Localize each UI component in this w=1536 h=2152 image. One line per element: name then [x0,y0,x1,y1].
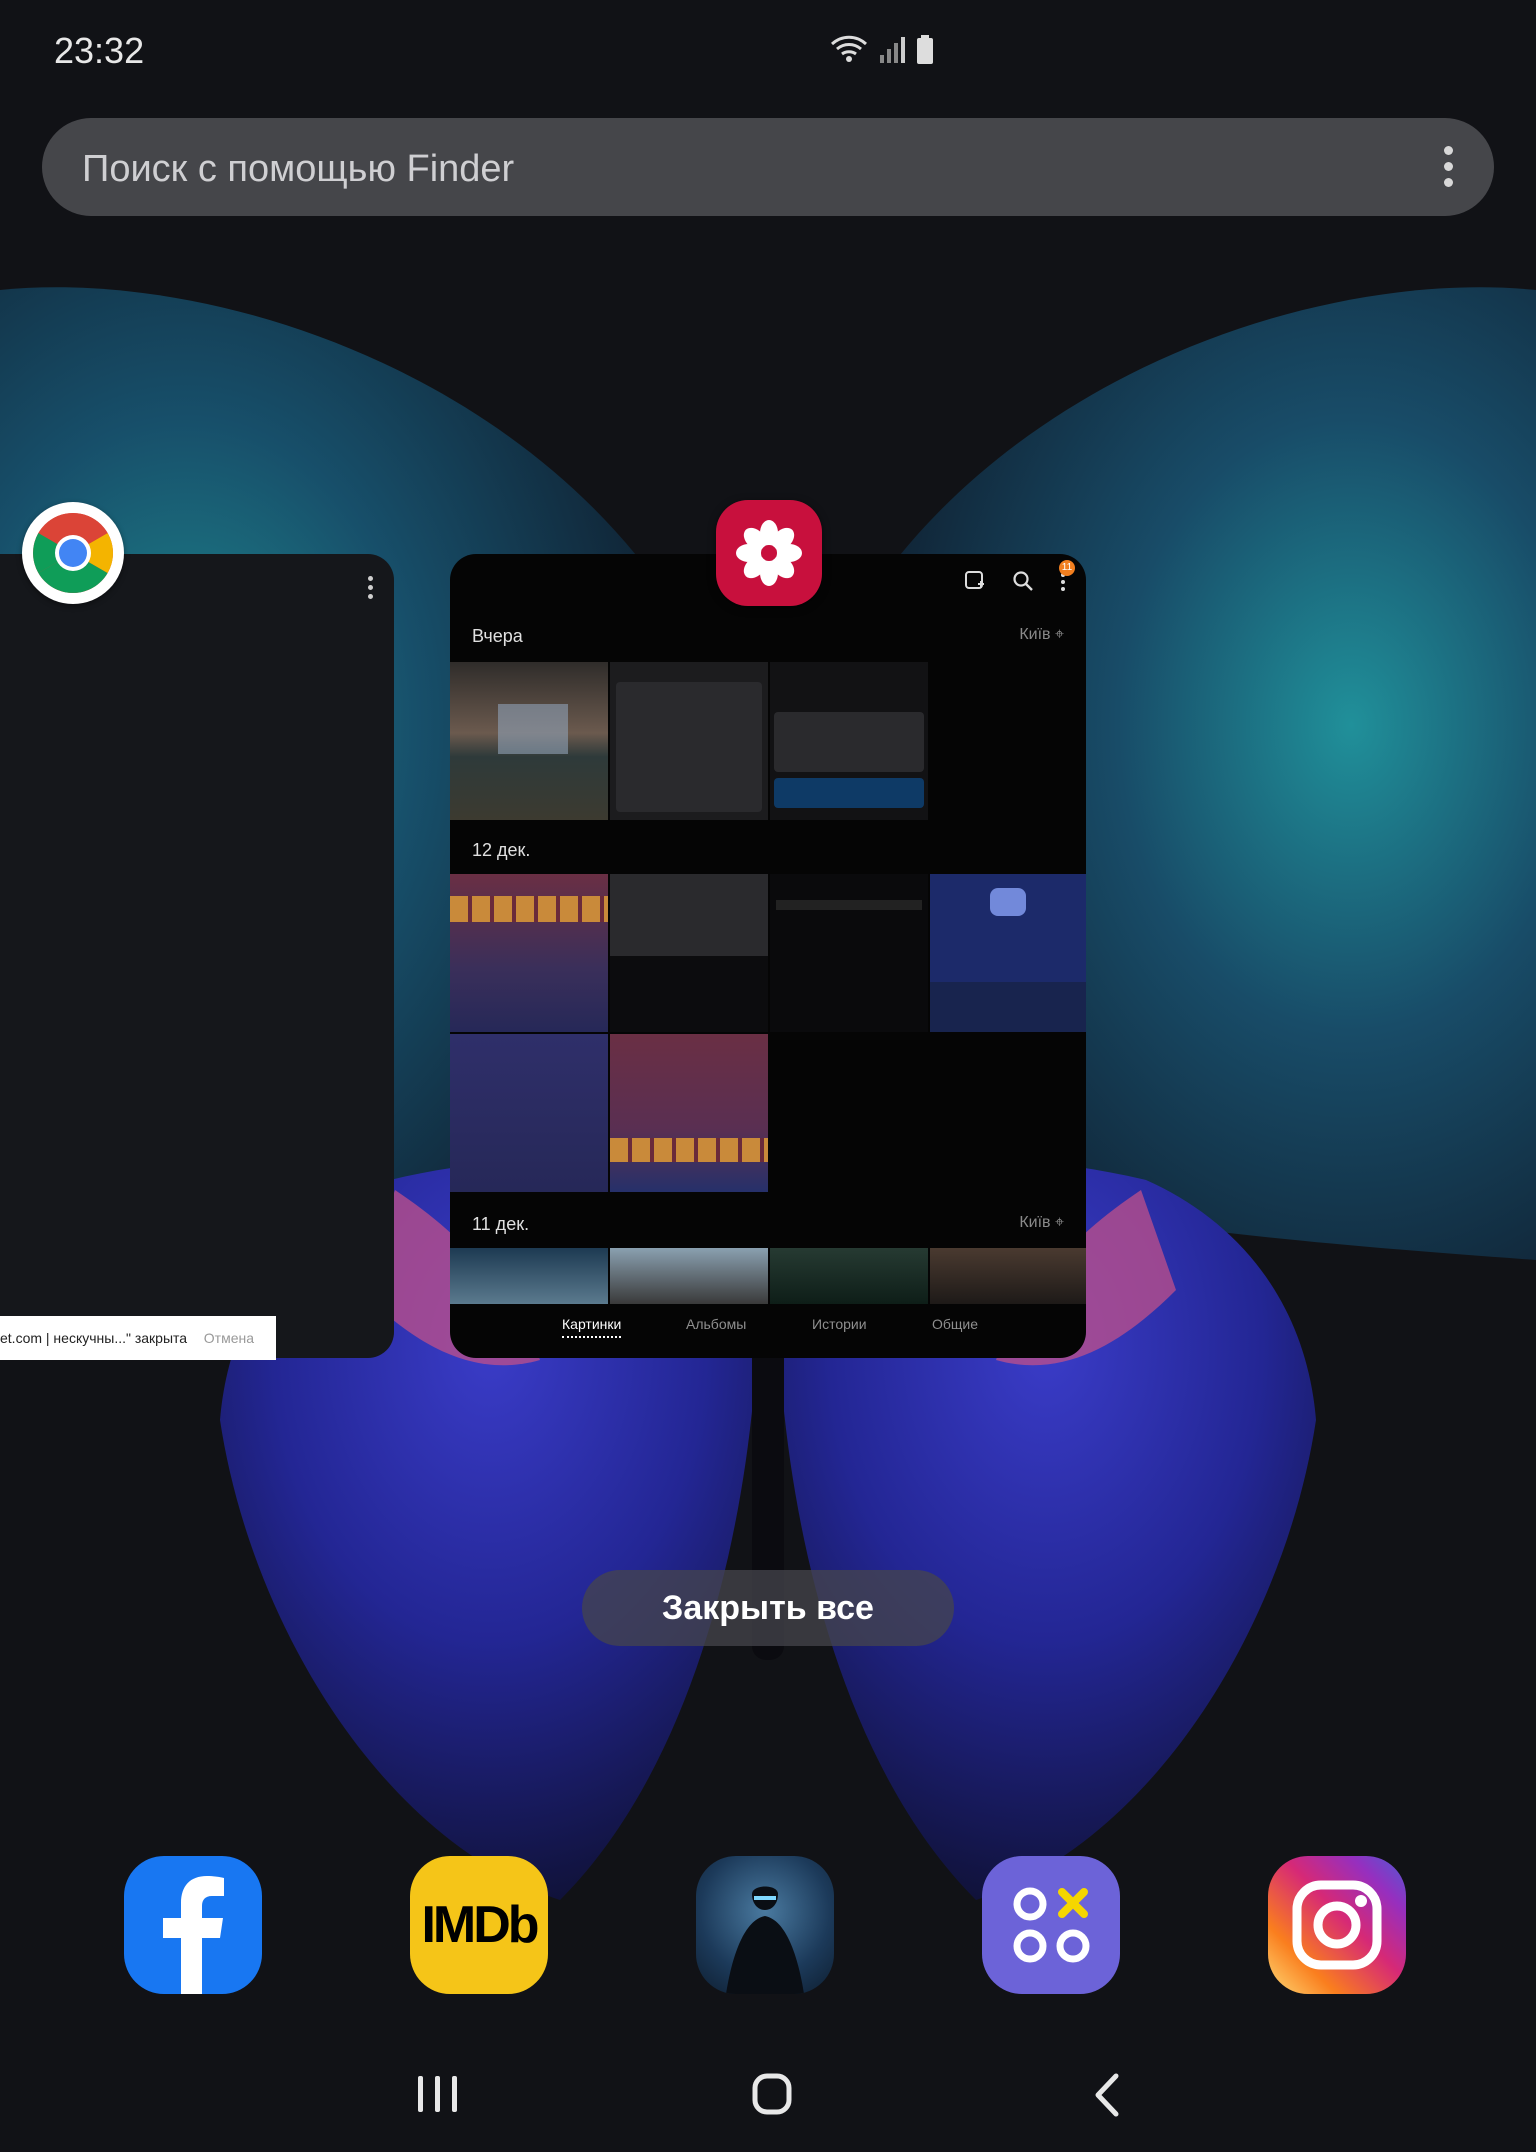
gallery-more-icon: 11 [1059,560,1075,592]
add-picture-icon [965,571,984,589]
recent-apps-button[interactable] [408,2070,468,2120]
recent-app-card-gallery[interactable]: 11 Вчера Київ ⌖ 12 дек. 11 дек. Київ ⌖ К… [450,554,1086,1358]
photo-thumbnail[interactable] [770,662,928,820]
photo-thumbnail[interactable] [930,1248,1086,1304]
photo-thumbnail[interactable] [930,874,1086,1032]
photo-thumbnail[interactable] [450,874,608,1032]
gallery-app-icon[interactable] [716,500,822,606]
game-launcher-logo-icon [1013,1887,1090,1963]
flower-icon [736,520,802,586]
photo-thumbnail[interactable] [610,662,768,820]
notification-badge: 11 [1059,560,1075,576]
section-location: Київ ⌖ [1019,626,1064,643]
status-time: 23:32 [54,30,145,71]
instagram-app-icon[interactable] [1268,1856,1406,1994]
section-label: 11 дек. [472,1214,530,1234]
gallery-tab-bar: Картинки Альбомы Истории Общие [450,1316,1086,1358]
search-icon [1013,571,1033,591]
home-icon [752,2073,792,2115]
shadow-fight-app-icon[interactable] [696,1856,834,1994]
undo-button[interactable]: Отмена [204,1330,254,1346]
photo-thumbnail[interactable] [450,1248,608,1304]
photo-thumbnail[interactable] [610,1034,768,1192]
ninja-silhouette-icon [726,1886,804,1994]
tab-closed-snackbar: et.com | нескучны..." закрыта Отмена [0,1316,276,1360]
more-options-icon[interactable] [1444,146,1454,188]
photo-thumbnail[interactable] [770,874,928,1032]
imdb-app-icon[interactable]: IMDb [410,1856,548,1994]
status-bar: 23:32 [0,0,1536,110]
section-label: 12 дек. [472,840,531,860]
facebook-app-icon[interactable] [124,1856,262,1994]
signal-icon [880,37,905,63]
back-icon [1095,2073,1119,2117]
section-location: Київ ⌖ [1019,1214,1064,1231]
photo-thumbnail[interactable] [770,1248,928,1304]
close-all-button[interactable]: Закрыть все [582,1570,954,1646]
tab-stories[interactable]: Истории [812,1316,867,1332]
photo-thumbnail[interactable] [450,662,608,820]
search-placeholder: Поиск с помощью Finder [82,148,515,190]
recents-icon [418,2076,457,2112]
instagram-logo-icon [1292,1880,1382,1970]
snackbar-message: et.com | нескучны..." закрыта [0,1330,188,1346]
section-label: Вчера [472,626,523,646]
back-button[interactable] [1078,2070,1138,2120]
wifi-icon [830,35,868,62]
tab-albums[interactable]: Альбомы [686,1316,746,1332]
chrome-logo-icon [33,513,113,593]
finder-search-bar[interactable]: Поиск с помощью Finder [42,118,1494,216]
facebook-logo-icon [163,1876,224,1994]
tab-shared[interactable]: Общие [932,1316,978,1332]
photo-thumbnail[interactable] [610,874,768,1032]
home-button[interactable] [742,2070,802,2120]
photo-thumbnail[interactable] [450,1034,608,1192]
gallery-toolbar: 11 [964,560,1075,592]
imdb-logo-text: IMDb [421,1896,539,1954]
recent-app-card-chrome[interactable] [0,554,394,1358]
tab-pictures[interactable]: Картинки [562,1316,622,1338]
photo-thumbnail[interactable] [610,1248,768,1304]
chrome-app-icon[interactable] [22,502,124,604]
chrome-more-icon [368,576,374,603]
status-icons [830,34,934,66]
battery-icon [917,35,933,64]
game-launcher-app-icon[interactable] [982,1856,1120,1994]
